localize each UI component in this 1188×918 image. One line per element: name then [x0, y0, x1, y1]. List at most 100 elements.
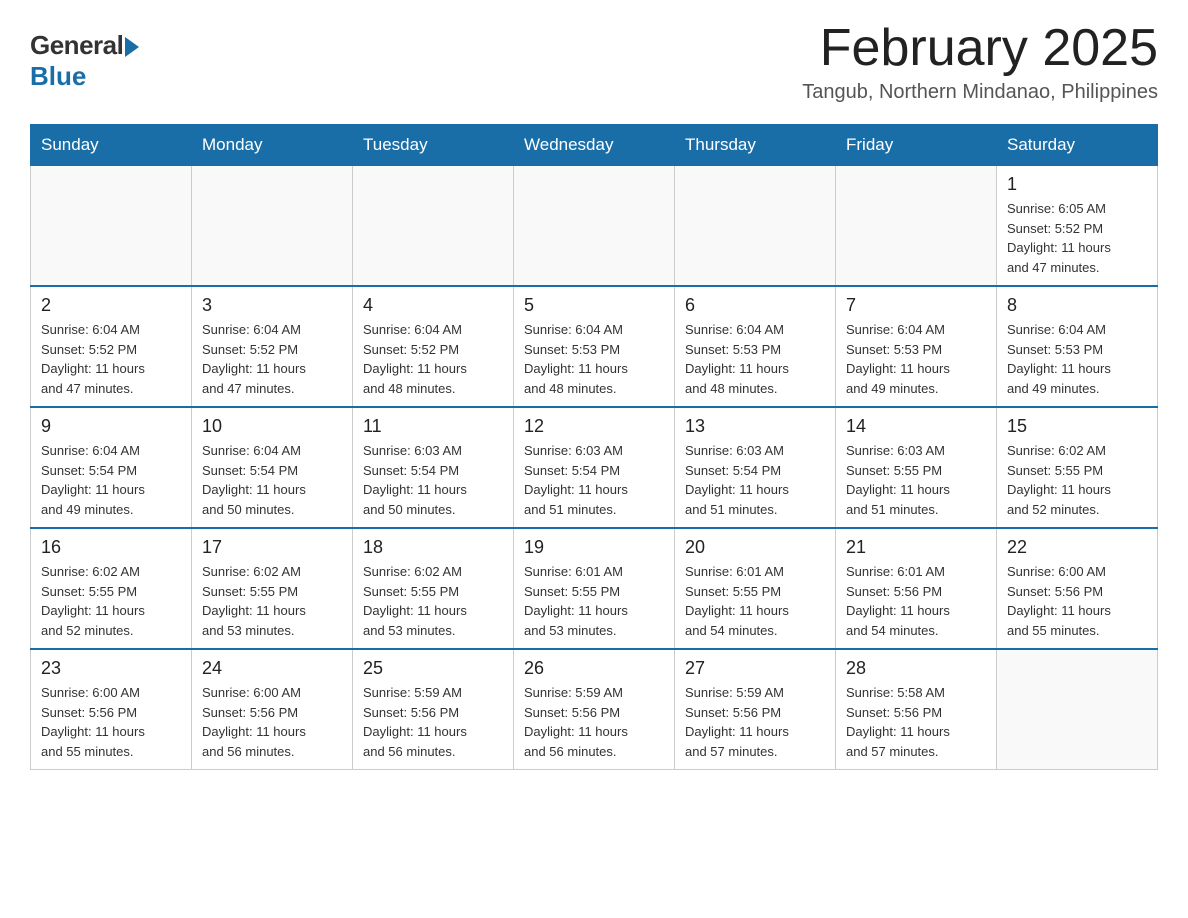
day-info: Sunrise: 5:59 AM Sunset: 5:56 PM Dayligh…	[685, 683, 825, 761]
location-title: Tangub, Northern Mindanao, Philippines	[802, 81, 1158, 104]
calendar-day: 6 Sunrise: 6:04 AM Sunset: 5:53 PM Daylig…	[675, 286, 836, 407]
day-number: 11	[363, 416, 503, 437]
calendar-header-sunday: Sunday	[31, 125, 192, 166]
day-info: Sunrise: 6:04 AM Sunset: 5:53 PM Dayligh…	[524, 320, 664, 398]
calendar-day: 20 Sunrise: 6:01 AM Sunset: 5:55 PM Dayli…	[675, 528, 836, 649]
calendar-day: 13 Sunrise: 6:03 AM Sunset: 5:54 PM Dayli…	[675, 407, 836, 528]
day-info: Sunrise: 6:05 AM Sunset: 5:52 PM Dayligh…	[1007, 199, 1147, 277]
day-info: Sunrise: 6:04 AM Sunset: 5:53 PM Dayligh…	[685, 320, 825, 398]
calendar-day: 17 Sunrise: 6:02 AM Sunset: 5:55 PM Dayli…	[192, 528, 353, 649]
day-number: 13	[685, 416, 825, 437]
day-number: 8	[1007, 295, 1147, 316]
calendar-day: 25Sunrise: 5:59 AM Sunset: 5:56 PM Dayli…	[353, 649, 514, 770]
calendar-week-2: 2 Sunrise: 6:04 AM Sunset: 5:52 PM Daylig…	[31, 286, 1158, 407]
calendar-header-row: SundayMondayTuesdayWednesdayThursdayFrid…	[31, 125, 1158, 166]
day-info: Sunrise: 6:04 AM Sunset: 5:53 PM Dayligh…	[1007, 320, 1147, 398]
calendar-day: 12 Sunrise: 6:03 AM Sunset: 5:54 PM Dayli…	[514, 407, 675, 528]
day-info: Sunrise: 6:00 AM Sunset: 5:56 PM Dayligh…	[1007, 562, 1147, 640]
day-number: 16	[41, 537, 181, 558]
day-info: Sunrise: 6:02 AM Sunset: 5:55 PM Dayligh…	[41, 562, 181, 640]
day-number: 23	[41, 658, 181, 679]
calendar-day: 28 Sunrise: 5:58 AM Sunset: 5:56 PM Dayli…	[836, 649, 997, 770]
day-number: 20	[685, 537, 825, 558]
calendar-day	[353, 166, 514, 287]
calendar-week-4: 16 Sunrise: 6:02 AM Sunset: 5:55 PM Dayli…	[31, 528, 1158, 649]
day-number: 17	[202, 537, 342, 558]
day-number: 26	[524, 658, 664, 679]
calendar-week-3: 9 Sunrise: 6:04 AM Sunset: 5:54 PM Daylig…	[31, 407, 1158, 528]
day-number: 10	[202, 416, 342, 437]
calendar-header-saturday: Saturday	[997, 125, 1158, 166]
calendar-table: SundayMondayTuesdayWednesdayThursdayFrid…	[30, 124, 1158, 770]
calendar-week-5: 23 Sunrise: 6:00 AM Sunset: 5:56 PM Dayli…	[31, 649, 1158, 770]
calendar-day: 26Sunrise: 5:59 AM Sunset: 5:56 PM Dayli…	[514, 649, 675, 770]
calendar-day	[514, 166, 675, 287]
calendar-day: 23 Sunrise: 6:00 AM Sunset: 5:56 PM Dayli…	[31, 649, 192, 770]
calendar-day: 10 Sunrise: 6:04 AM Sunset: 5:54 PM Dayli…	[192, 407, 353, 528]
calendar-day: 27 Sunrise: 5:59 AM Sunset: 5:56 PM Dayli…	[675, 649, 836, 770]
calendar-day	[997, 649, 1158, 770]
day-number: 24	[202, 658, 342, 679]
day-info: Sunrise: 6:00 AM Sunset: 5:56 PM Dayligh…	[41, 683, 181, 761]
calendar-day: 21 Sunrise: 6:01 AM Sunset: 5:56 PM Dayli…	[836, 528, 997, 649]
page-header: General Blue February 2025 Tangub, North…	[30, 20, 1158, 104]
logo-blue-text: Blue	[30, 61, 86, 92]
day-number: 15	[1007, 416, 1147, 437]
calendar-day: 1 Sunrise: 6:05 AM Sunset: 5:52 PM Daylig…	[997, 166, 1158, 287]
calendar-day: 11 Sunrise: 6:03 AM Sunset: 5:54 PM Dayli…	[353, 407, 514, 528]
day-number: 21	[846, 537, 986, 558]
calendar-day: 14 Sunrise: 6:03 AM Sunset: 5:55 PM Dayli…	[836, 407, 997, 528]
calendar-day: 8 Sunrise: 6:04 AM Sunset: 5:53 PM Daylig…	[997, 286, 1158, 407]
calendar-day: 7Sunrise: 6:04 AM Sunset: 5:53 PM Daylig…	[836, 286, 997, 407]
day-number: 1	[1007, 174, 1147, 195]
calendar-header-wednesday: Wednesday	[514, 125, 675, 166]
day-number: 9	[41, 416, 181, 437]
day-info: Sunrise: 6:04 AM Sunset: 5:52 PM Dayligh…	[41, 320, 181, 398]
day-info: Sunrise: 6:03 AM Sunset: 5:54 PM Dayligh…	[685, 441, 825, 519]
calendar-header-thursday: Thursday	[675, 125, 836, 166]
day-info: Sunrise: 6:01 AM Sunset: 5:55 PM Dayligh…	[524, 562, 664, 640]
day-info: Sunrise: 6:04 AM Sunset: 5:54 PM Dayligh…	[41, 441, 181, 519]
day-info: Sunrise: 6:01 AM Sunset: 5:55 PM Dayligh…	[685, 562, 825, 640]
day-number: 12	[524, 416, 664, 437]
calendar-week-1: 1 Sunrise: 6:05 AM Sunset: 5:52 PM Daylig…	[31, 166, 1158, 287]
calendar-day	[675, 166, 836, 287]
calendar-day: 22 Sunrise: 6:00 AM Sunset: 5:56 PM Dayli…	[997, 528, 1158, 649]
calendar-day: 5 Sunrise: 6:04 AM Sunset: 5:53 PM Daylig…	[514, 286, 675, 407]
calendar-day: 19 Sunrise: 6:01 AM Sunset: 5:55 PM Dayli…	[514, 528, 675, 649]
calendar-day: 16 Sunrise: 6:02 AM Sunset: 5:55 PM Dayli…	[31, 528, 192, 649]
calendar-day	[192, 166, 353, 287]
day-info: Sunrise: 6:01 AM Sunset: 5:56 PM Dayligh…	[846, 562, 986, 640]
day-number: 19	[524, 537, 664, 558]
day-number: 5	[524, 295, 664, 316]
day-number: 28	[846, 658, 986, 679]
title-area: February 2025 Tangub, Northern Mindanao,…	[802, 20, 1158, 104]
calendar-header-monday: Monday	[192, 125, 353, 166]
day-info: Sunrise: 6:02 AM Sunset: 5:55 PM Dayligh…	[363, 562, 503, 640]
day-info: Sunrise: 6:03 AM Sunset: 5:54 PM Dayligh…	[363, 441, 503, 519]
day-info: Sunrise: 6:02 AM Sunset: 5:55 PM Dayligh…	[202, 562, 342, 640]
day-number: 4	[363, 295, 503, 316]
day-number: 25	[363, 658, 503, 679]
day-info: Sunrise: 6:03 AM Sunset: 5:55 PM Dayligh…	[846, 441, 986, 519]
day-info: Sunrise: 6:04 AM Sunset: 5:52 PM Dayligh…	[202, 320, 342, 398]
calendar-day: 2 Sunrise: 6:04 AM Sunset: 5:52 PM Daylig…	[31, 286, 192, 407]
calendar-day: 3Sunrise: 6:04 AM Sunset: 5:52 PM Daylig…	[192, 286, 353, 407]
day-number: 2	[41, 295, 181, 316]
calendar-header-friday: Friday	[836, 125, 997, 166]
day-info: Sunrise: 6:03 AM Sunset: 5:54 PM Dayligh…	[524, 441, 664, 519]
day-info: Sunrise: 5:58 AM Sunset: 5:56 PM Dayligh…	[846, 683, 986, 761]
day-info: Sunrise: 6:04 AM Sunset: 5:52 PM Dayligh…	[363, 320, 503, 398]
day-number: 22	[1007, 537, 1147, 558]
day-number: 27	[685, 658, 825, 679]
logo-general-text: General	[30, 30, 123, 61]
calendar-day	[836, 166, 997, 287]
day-number: 7	[846, 295, 986, 316]
day-info: Sunrise: 6:04 AM Sunset: 5:54 PM Dayligh…	[202, 441, 342, 519]
logo: General Blue	[30, 30, 139, 92]
calendar-header-tuesday: Tuesday	[353, 125, 514, 166]
day-number: 18	[363, 537, 503, 558]
calendar-day: 9 Sunrise: 6:04 AM Sunset: 5:54 PM Daylig…	[31, 407, 192, 528]
day-number: 6	[685, 295, 825, 316]
day-number: 14	[846, 416, 986, 437]
